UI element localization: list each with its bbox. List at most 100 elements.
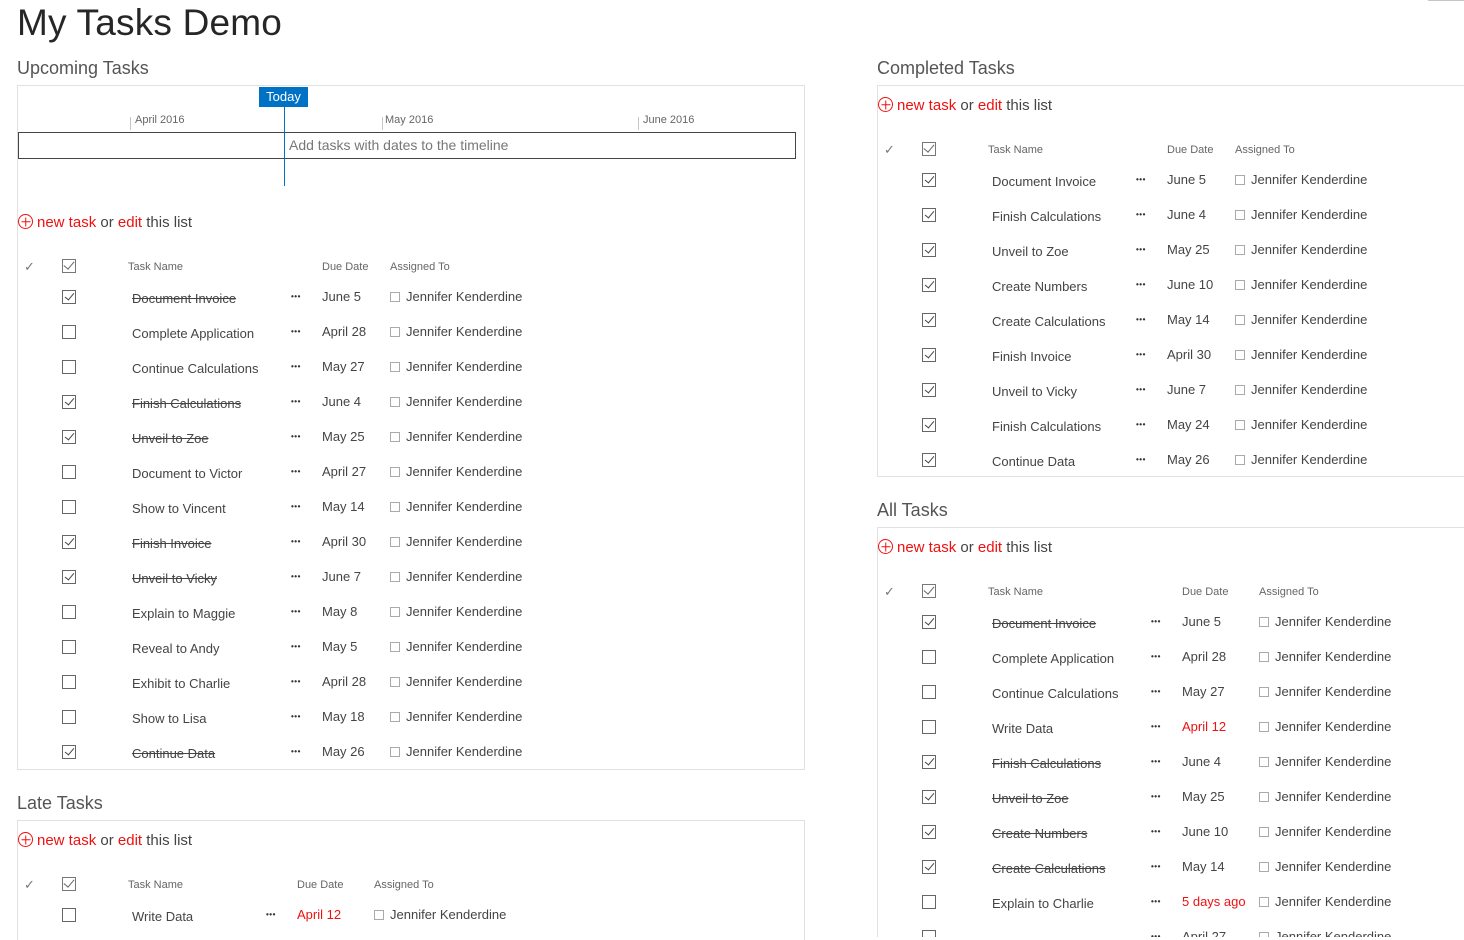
task-name-link[interactable]: Unveil to Vicky — [132, 571, 217, 586]
column-task-name[interactable]: Task Name — [128, 879, 183, 891]
column-assigned-to[interactable]: Assigned To — [390, 261, 450, 273]
task-checkbox[interactable] — [922, 615, 936, 629]
ellipsis-icon[interactable]: ••• — [291, 432, 301, 441]
select-all-checkbox[interactable] — [62, 259, 76, 273]
plus-circle-icon[interactable] — [878, 97, 893, 112]
column-due-date[interactable]: Due Date — [322, 261, 368, 273]
ellipsis-icon[interactable]: ••• — [1136, 245, 1146, 254]
edit-list-link[interactable]: edit — [978, 539, 1002, 556]
task-name-link[interactable]: Finish Calculations — [992, 209, 1101, 224]
task-checkbox[interactable] — [922, 383, 936, 397]
ellipsis-icon[interactable]: ••• — [291, 397, 301, 406]
new-task-link[interactable]: new task — [897, 97, 956, 114]
task-name-link[interactable]: Write Data — [132, 909, 193, 924]
assigned-name-link[interactable]: Jennifer Kenderdine — [406, 709, 522, 724]
task-checkbox[interactable] — [922, 790, 936, 804]
ellipsis-icon[interactable]: ••• — [1151, 792, 1161, 801]
column-assigned-to[interactable]: Assigned To — [374, 879, 434, 891]
task-checkbox[interactable] — [922, 930, 936, 937]
ellipsis-icon[interactable]: ••• — [1136, 315, 1146, 324]
assigned-name-link[interactable]: Jennifer Kenderdine — [1275, 859, 1391, 874]
task-checkbox[interactable] — [62, 290, 76, 304]
task-checkbox[interactable] — [922, 895, 936, 909]
task-checkbox[interactable] — [62, 570, 76, 584]
assigned-name-link[interactable]: Jennifer Kenderdine — [1275, 649, 1391, 664]
edit-list-link[interactable]: edit — [978, 97, 1002, 114]
select-all-checkbox[interactable] — [922, 142, 936, 156]
assigned-name-link[interactable]: Jennifer Kenderdine — [1251, 452, 1367, 467]
task-checkbox[interactable] — [922, 825, 936, 839]
task-checkbox[interactable] — [922, 278, 936, 292]
column-assigned-to[interactable]: Assigned To — [1235, 144, 1295, 156]
assigned-name-link[interactable]: Jennifer Kenderdine — [406, 534, 522, 549]
task-checkbox[interactable] — [62, 395, 76, 409]
task-name-link[interactable]: Document Invoice — [992, 616, 1096, 631]
task-checkbox[interactable] — [62, 535, 76, 549]
assigned-name-link[interactable]: Jennifer Kenderdine — [1275, 684, 1391, 699]
assigned-name-link[interactable]: Jennifer Kenderdine — [406, 359, 522, 374]
timeline-bar[interactable]: Add tasks with dates to the timeline — [18, 132, 796, 159]
ellipsis-icon[interactable]: ••• — [291, 642, 301, 651]
ellipsis-icon[interactable]: ••• — [291, 292, 301, 301]
task-name-link[interactable]: Explain to Charlie — [992, 896, 1094, 911]
assigned-name-link[interactable]: Jennifer Kenderdine — [406, 429, 522, 444]
assigned-name-link[interactable]: Jennifer Kenderdine — [1251, 277, 1367, 292]
assigned-name-link[interactable]: Jennifer Kenderdine — [1275, 614, 1391, 629]
task-name-link[interactable]: Continue Data — [992, 454, 1075, 469]
task-name-link[interactable]: Create Numbers — [992, 279, 1087, 294]
assigned-name-link[interactable]: Jennifer Kenderdine — [1251, 312, 1367, 327]
task-checkbox[interactable] — [62, 430, 76, 444]
task-name-link[interactable]: Create Numbers — [992, 826, 1087, 841]
task-checkbox[interactable] — [922, 313, 936, 327]
task-checkbox[interactable] — [922, 755, 936, 769]
task-checkbox[interactable] — [922, 243, 936, 257]
assigned-name-link[interactable]: Jennifer Kenderdine — [1275, 929, 1391, 937]
assigned-name-link[interactable]: Jennifer Kenderdine — [1275, 824, 1391, 839]
column-due-date[interactable]: Due Date — [297, 879, 343, 891]
task-checkbox[interactable] — [62, 745, 76, 759]
assigned-name-link[interactable]: Jennifer Kenderdine — [406, 674, 522, 689]
task-name-link[interactable]: Show to Vincent — [132, 501, 226, 516]
assigned-name-link[interactable]: Jennifer Kenderdine — [1251, 347, 1367, 362]
new-task-link[interactable]: new task — [897, 539, 956, 556]
task-name-link[interactable]: Continue Calculations — [132, 361, 258, 376]
ellipsis-icon[interactable]: ••• — [1151, 827, 1161, 836]
select-all-checkbox[interactable] — [62, 877, 76, 891]
task-checkbox[interactable] — [62, 325, 76, 339]
ellipsis-icon[interactable]: ••• — [291, 502, 301, 511]
ellipsis-icon[interactable]: ••• — [1136, 420, 1146, 429]
ellipsis-icon[interactable]: ••• — [1151, 862, 1161, 871]
task-checkbox[interactable] — [62, 465, 76, 479]
task-name-link[interactable]: Document Invoice — [992, 174, 1096, 189]
task-checkbox[interactable] — [922, 720, 936, 734]
assigned-name-link[interactable]: Jennifer Kenderdine — [406, 324, 522, 339]
task-checkbox[interactable] — [62, 360, 76, 374]
assigned-name-link[interactable]: Jennifer Kenderdine — [406, 639, 522, 654]
assigned-name-link[interactable]: Jennifer Kenderdine — [1275, 894, 1391, 909]
task-name-link[interactable]: Continue Data — [132, 746, 215, 761]
ellipsis-icon[interactable]: ••• — [1136, 385, 1146, 394]
task-name-link[interactable]: Document Invoice — [132, 291, 236, 306]
plus-circle-icon[interactable] — [878, 539, 893, 554]
new-task-link[interactable]: new task — [37, 832, 96, 849]
column-task-name[interactable]: Task Name — [988, 586, 1043, 598]
assigned-name-link[interactable]: Jennifer Kenderdine — [406, 569, 522, 584]
task-checkbox[interactable] — [922, 418, 936, 432]
ellipsis-icon[interactable]: ••• — [1151, 722, 1161, 731]
task-checkbox[interactable] — [62, 500, 76, 514]
task-checkbox[interactable] — [922, 208, 936, 222]
task-checkbox[interactable] — [922, 173, 936, 187]
ellipsis-icon[interactable]: ••• — [1136, 210, 1146, 219]
ellipsis-icon[interactable]: ••• — [291, 712, 301, 721]
edit-list-link[interactable]: edit — [118, 214, 142, 231]
task-name-link[interactable]: Create Calculations — [992, 314, 1105, 329]
task-checkbox[interactable] — [922, 348, 936, 362]
task-name-link[interactable]: Finish Invoice — [992, 349, 1071, 364]
task-name-link[interactable]: Write Data — [992, 721, 1053, 736]
task-name-link[interactable]: Finish Calculations — [132, 396, 241, 411]
task-name-link[interactable]: Finish Calculations — [992, 419, 1101, 434]
task-checkbox[interactable] — [922, 650, 936, 664]
assigned-name-link[interactable]: Jennifer Kenderdine — [1251, 207, 1367, 222]
ellipsis-icon[interactable]: ••• — [291, 607, 301, 616]
task-name-link[interactable]: Unveil to Vicky — [992, 384, 1077, 399]
